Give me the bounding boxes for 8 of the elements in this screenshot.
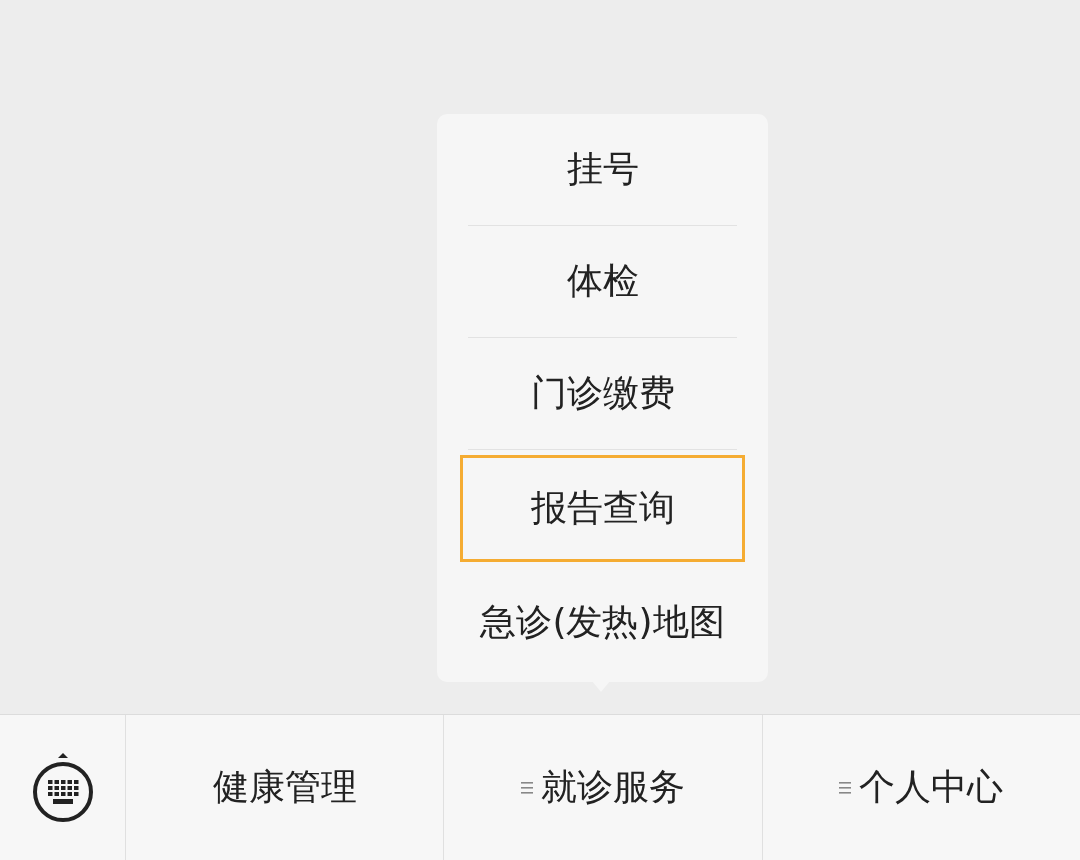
menu-tab[interactable]: 就诊服务 [444,715,763,860]
menu-item[interactable]: 体检 [468,226,737,338]
menu-item[interactable]: 挂号 [468,114,737,226]
menu-item[interactable]: 门诊缴费 [468,338,737,450]
menu-tab[interactable]: 健康管理 [126,715,445,860]
menu-tab[interactable]: 个人中心 [762,715,1080,860]
menu-item[interactable]: 急诊(发热)地图 [437,562,768,682]
menu-item[interactable]: 报告查询 [460,455,745,562]
